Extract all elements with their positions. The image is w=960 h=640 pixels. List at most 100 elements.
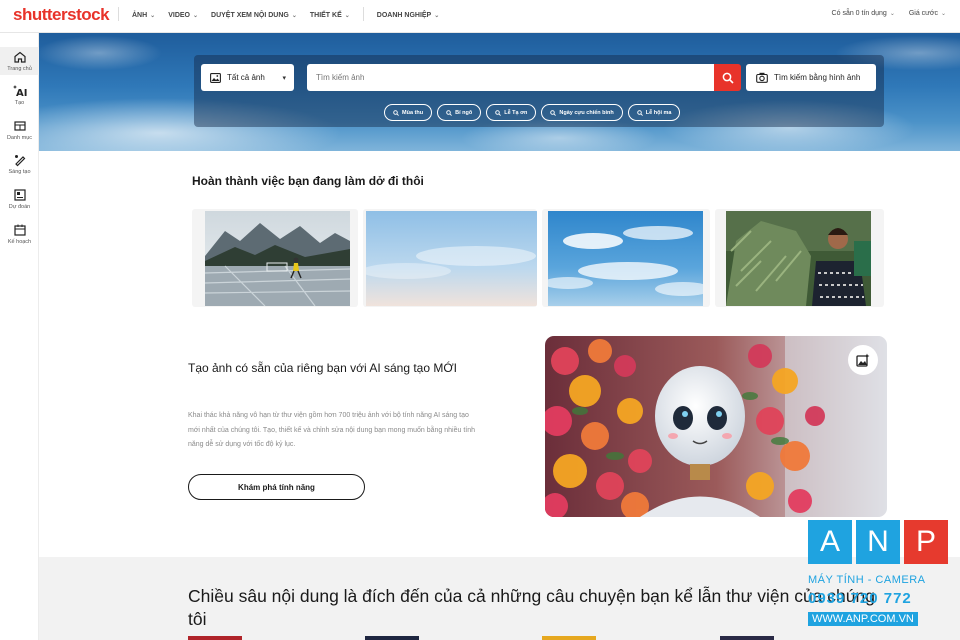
top-navigation: shutterstock ẢNH ⌄ VIDEO ⌄ DUYỆT XEM NỘI D… — [0, 0, 960, 33]
chip-pumpkin[interactable]: Bí ngô — [437, 104, 482, 121]
sidebar-item-label: Dự đoán — [8, 204, 31, 210]
left-sidebar: Trang chủ AI Tạo Danh mục Sáng tạo Dự đo… — [0, 33, 39, 640]
watermark-website: WWW.ANP.COM.VN — [808, 612, 918, 626]
watermark-letter: P — [904, 520, 948, 564]
cloudy-sky-image — [548, 211, 703, 306]
predict-icon — [13, 189, 26, 201]
chip-label: Lễ Tạ ơn — [504, 109, 528, 116]
nav-item-label: DUYỆT XEM NỘI DUNG — [211, 12, 289, 19]
image-icon — [210, 72, 221, 83]
credits-label: Có sẵn 0 tín dụng — [831, 10, 887, 17]
sidebar-item-catalog[interactable]: Danh mục — [0, 119, 39, 141]
recent-image-card[interactable] — [715, 209, 884, 307]
collection-thumbnail[interactable] — [365, 636, 419, 640]
nav-item-browse[interactable]: DUYỆT XEM NỘI DUNG ⌄ — [211, 10, 297, 21]
nav-divider — [362, 7, 364, 21]
pricing-label: Giá cước — [908, 10, 938, 17]
blue-sky-image — [366, 211, 537, 306]
chip-label: Ngày cựu chiến binh — [559, 109, 614, 116]
chevron-down-icon: ⌄ — [940, 11, 946, 17]
sidebar-item-home[interactable]: Trang chủ — [0, 47, 39, 75]
search-icon — [495, 109, 502, 116]
ai-section-title: Tạo ảnh có sẵn của riêng bạn với AI sáng… — [188, 361, 457, 375]
search-icon — [550, 109, 557, 116]
search-by-image-button[interactable]: Tìm kiếm bằng hình ảnh — [746, 64, 876, 91]
search-input[interactable] — [307, 64, 715, 91]
ai-image-icon — [856, 353, 870, 367]
collection-thumbnail[interactable] — [188, 636, 242, 640]
credits-dropdown[interactable]: Có sẵn 0 tín dụng ⌄ — [832, 10, 895, 17]
nav-item-design[interactable]: THIẾT KẾ ⌄ — [310, 10, 350, 21]
create-icon — [14, 155, 25, 167]
home-icon — [13, 51, 26, 63]
collection-thumbnail[interactable] — [720, 636, 774, 640]
nav-divider — [118, 7, 119, 21]
ai-generate-badge[interactable] — [848, 345, 878, 375]
chevron-down-icon: ⌄ — [889, 11, 895, 17]
chip-label: Mùa thu — [402, 109, 424, 116]
sidebar-item-label: Tạo — [14, 100, 25, 106]
camera-icon — [756, 72, 768, 83]
pricing-dropdown[interactable]: Giá cước ⌄ — [909, 10, 946, 17]
recent-image-card[interactable] — [363, 209, 537, 307]
explore-features-button[interactable]: Khám phá tính năng — [188, 474, 365, 500]
sidebar-item-predict[interactable]: Dự đoán — [0, 188, 39, 210]
watermark-letter: A — [808, 520, 852, 564]
nav-item-label: DOANH NGHIỆP — [376, 12, 432, 19]
ai-sparkle-icon: AI — [12, 85, 27, 98]
anp-watermark: A N P MÁY TÍNH - CAMERA 0939 720 772 WWW… — [808, 520, 950, 632]
chip-label: Bí ngô — [455, 109, 473, 116]
chip-thanksgiving[interactable]: Lễ Tạ ơn — [486, 104, 537, 121]
shutterstock-logo[interactable]: shutterstock — [13, 5, 110, 25]
nav-item-enterprise[interactable]: DOANH NGHIỆP ⌄ — [377, 10, 439, 21]
chip-autumn[interactable]: Mùa thu — [384, 104, 433, 121]
content-depth-title: Chiều sâu nội dung là đích đến của cả nh… — [188, 586, 875, 629]
nav-item-label: VIDEO — [168, 12, 190, 19]
sidebar-item-plan[interactable]: Kế hoạch — [0, 223, 39, 245]
hero-banner: Tất cả ảnh ▾ Tìm kiếm bằng hình ảnh Mùa … — [39, 33, 960, 151]
chevron-down-icon: ⌄ — [344, 13, 350, 19]
search-icon — [722, 72, 734, 84]
collection-thumbnail[interactable] — [542, 636, 596, 640]
ai-section-description: Khai thác khả năng vô hạn từ thư viện gồ… — [188, 412, 476, 448]
search-button[interactable] — [714, 64, 741, 91]
watermark-phone: 0939 720 772 — [808, 590, 912, 607]
sidebar-item-label: Kế hoạch — [7, 239, 32, 245]
media-type-dropdown[interactable]: Tất cả ảnh ▾ — [201, 64, 294, 91]
chevron-down-icon: ⌄ — [291, 13, 297, 19]
frozen-lake-skater-image — [205, 211, 350, 306]
search-icon — [393, 109, 399, 116]
recent-images-row — [192, 209, 884, 307]
nav-right: Có sẵn 0 tín dụng ⌄ Giá cước ⌄ — [832, 10, 946, 17]
nav-item-label: ẢNH — [132, 12, 148, 19]
watermark-letter: N — [856, 520, 900, 564]
sidebar-item-create[interactable]: Sáng tạo — [0, 153, 39, 175]
nav-item-video[interactable]: VIDEO ⌄ — [168, 10, 198, 21]
media-type-value: Tất cả ảnh — [227, 73, 265, 82]
sidebar-item-label: Sáng tạo — [8, 169, 31, 175]
recent-image-card[interactable] — [192, 209, 358, 307]
ai-robot-flowers-image — [545, 336, 887, 517]
watermark-tagline: MÁY TÍNH - CAMERA — [808, 574, 926, 586]
robot-among-flowers-illustration — [545, 336, 887, 517]
plan-icon — [13, 224, 26, 236]
search-icon — [637, 109, 643, 116]
trending-chips: Mùa thu Bí ngô Lễ Tạ ơn Ngày cựu chiến b… — [384, 104, 681, 121]
search-by-image-label: Tìm kiếm bằng hình ảnh — [774, 73, 861, 82]
svg-text:AI: AI — [16, 88, 27, 98]
nav-item-label: THIẾT KẾ — [309, 12, 342, 19]
search-icon — [446, 109, 453, 116]
catalog-icon — [13, 121, 26, 131]
chip-halloween[interactable]: Lễ hội ma — [627, 104, 681, 121]
sidebar-item-label: Trang chủ — [7, 66, 32, 72]
nav-item-photos[interactable]: ẢNH ⌄ — [132, 10, 155, 21]
chip-label: Lễ hội ma — [645, 109, 672, 116]
sidebar-item-generate[interactable]: AI Tạo — [0, 84, 39, 106]
caret-down-icon: ▾ — [282, 75, 286, 82]
sidebar-item-label: Danh mục — [6, 135, 33, 141]
continue-section-title: Hoàn thành việc bạn đang làm dở đi thôi — [192, 174, 424, 188]
main-menu: ẢNH ⌄ VIDEO ⌄ DUYỆT XEM NỘI DUNG ⌄ THIẾT KẾ… — [118, 7, 439, 21]
chip-veterans-day[interactable]: Ngày cựu chiến binh — [541, 104, 623, 121]
recent-image-card[interactable] — [542, 209, 710, 307]
chevron-down-icon: ⌄ — [434, 13, 440, 19]
